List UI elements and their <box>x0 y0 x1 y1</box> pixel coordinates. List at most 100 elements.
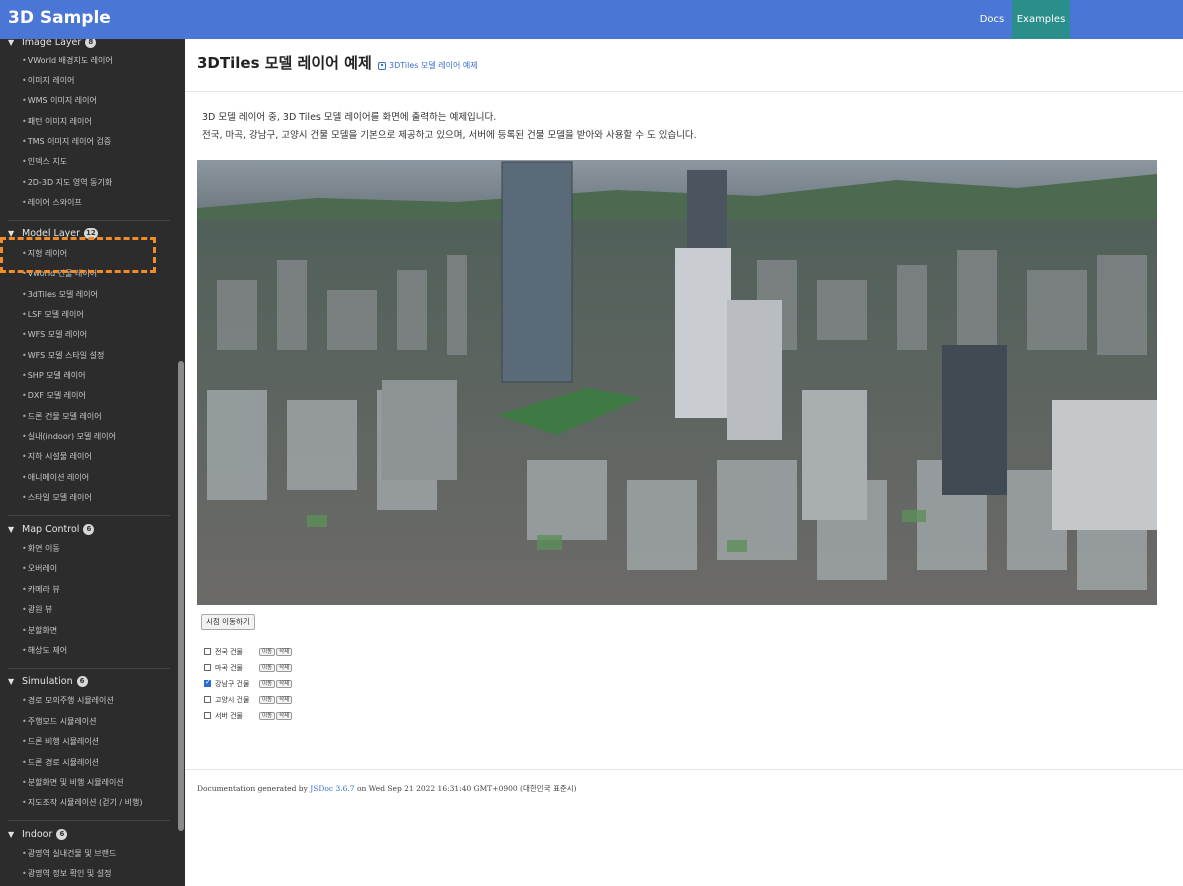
section-title: Indoor <box>22 829 53 840</box>
sidebar-item[interactable]: •분할화면 <box>22 625 57 636</box>
sidebar-item[interactable]: •레이어 스와이프 <box>22 197 82 208</box>
layer-row-jeonguk: 전국 건물 이동 삭제 <box>204 646 293 657</box>
section-map-control[interactable]: ▼ Map Control 6 <box>8 524 95 535</box>
layer-delete-button[interactable]: 삭제 <box>276 695 293 704</box>
layer-move-button[interactable]: 이동 <box>259 711 276 720</box>
chevron-down-icon: ▼ <box>8 39 15 47</box>
sidebar-item[interactable]: •LSF 모델 레이어 <box>22 309 84 320</box>
layer-delete-button[interactable]: 삭제 <box>276 711 293 720</box>
nav-docs[interactable]: Docs <box>972 0 1012 39</box>
page-title: 3DTiles 모델 레이어 예제 <box>197 54 372 72</box>
sidebar-item[interactable]: •드론 건물 모델 레이어 <box>22 411 102 422</box>
divider <box>8 220 170 221</box>
nav-examples[interactable]: Examples <box>1012 0 1070 39</box>
sidebar-item[interactable]: •DXF 모델 레이어 <box>22 390 86 401</box>
sidebar-item[interactable]: •해상도 제어 <box>22 645 67 656</box>
layer-label: 고양시 건물 <box>215 695 250 704</box>
sidebar-item[interactable]: •주행모드 시뮬레이션 <box>22 716 97 727</box>
layer-move-button[interactable]: 이동 <box>259 663 276 672</box>
top-navbar: 3D Sample Docs Examples <box>0 0 1183 39</box>
sidebar-item[interactable]: •실내(indoor) 모델 레이어 <box>22 431 116 442</box>
sidebar-item[interactable]: •카메라 뷰 <box>22 584 60 595</box>
sidebar-item[interactable]: •경로 모의주행 시뮬레이션 <box>22 695 114 706</box>
layer-label: 마곡 건물 <box>215 663 243 672</box>
sidebar-item[interactable]: •오버레이 <box>22 563 57 574</box>
chevron-down-icon: ▼ <box>8 677 15 686</box>
sidebar-item[interactable]: •애니메이션 레이어 <box>22 472 89 483</box>
description-line-2: 전국, 마곡, 강남구, 고양시 건물 모델을 기본으로 제공하고 있으며, 서… <box>202 130 697 141</box>
sidebar-item[interactable]: •드론 경로 시뮬레이션 <box>22 757 99 768</box>
divider <box>8 668 170 669</box>
sidebar-item[interactable]: •광명역 실내건물 및 브랜드 <box>22 848 116 859</box>
sidebar-item[interactable]: •지도조작 시뮬레이션 (걷기 / 비행) <box>22 797 143 808</box>
layer-move-button[interactable]: 이동 <box>259 695 276 704</box>
layer-row-magok: 마곡 건물 이동 삭제 <box>204 662 293 673</box>
sidebar-item[interactable]: •광명역 정보 확인 및 설정 <box>22 868 112 879</box>
layer-row-gangnam: 강남구 건물 이동 삭제 <box>204 678 293 689</box>
brand-title[interactable]: 3D Sample <box>8 8 111 28</box>
divider <box>8 820 170 821</box>
layer-delete-button[interactable]: 삭제 <box>276 679 293 688</box>
move-view-button[interactable]: 시점 이동하기 <box>201 614 255 630</box>
section-title: Map Control <box>22 524 80 535</box>
layer-move-button[interactable]: 이동 <box>259 647 276 656</box>
divider <box>185 91 1183 92</box>
sidebar: ▼ Image Layer 8 •VWorld 배경지도 레이어 •이미지 레이… <box>0 39 185 886</box>
section-title: Image Layer <box>22 39 82 48</box>
sidebar-item[interactable]: •인덱스 지도 <box>22 156 67 167</box>
section-title: Simulation <box>22 676 73 687</box>
layer-row-goyang: 고양시 건물 이동 삭제 <box>204 694 293 705</box>
section-indoor[interactable]: ▼ Indoor 6 <box>8 829 68 840</box>
footer: Documentation generated by JSDoc 3.6.7 o… <box>197 783 577 794</box>
layer-checkbox[interactable] <box>204 648 211 655</box>
layer-delete-button[interactable]: 삭제 <box>276 663 293 672</box>
highlight-annotation <box>0 237 156 273</box>
layer-checkbox[interactable] <box>204 712 211 719</box>
layer-move-button[interactable]: 이동 <box>259 679 276 688</box>
sidebar-item[interactable]: •WMS 이미지 레이어 <box>22 95 97 106</box>
sidebar-item[interactable]: •분할화면 및 비행 시뮬레이션 <box>22 777 124 788</box>
count-badge: 6 <box>56 829 68 840</box>
count-badge: 8 <box>85 39 97 48</box>
sidebar-item[interactable]: •TMS 이미지 레이어 검증 <box>22 136 111 147</box>
sidebar-item[interactable]: •지하 시설물 레이어 <box>22 451 92 462</box>
map-3d-viewer[interactable] <box>197 160 1157 605</box>
sidebar-item[interactable]: •VWorld 배경지도 레이어 <box>22 55 113 66</box>
footer-suffix: on Wed Sep 21 2022 16:31:40 GMT+0900 (대한… <box>356 784 577 793</box>
footer-prefix: Documentation generated by <box>197 784 308 793</box>
source-link[interactable]: 3DTiles 모델 레이어 예제 <box>378 60 478 71</box>
sidebar-item[interactable]: •WFS 모델 스타일 설정 <box>22 350 104 361</box>
sidebar-item[interactable]: •SHP 모델 레이어 <box>22 370 86 381</box>
sidebar-item[interactable]: •드론 비행 시뮬레이션 <box>22 736 99 747</box>
sidebar-scrollbar[interactable] <box>178 361 184 831</box>
sidebar-item[interactable]: •스타일 모델 레이어 <box>22 492 92 503</box>
source-link-label: 3DTiles 모델 레이어 예제 <box>389 61 478 70</box>
source-code-icon <box>378 61 386 70</box>
divider <box>8 515 170 516</box>
chevron-down-icon: ▼ <box>8 525 15 534</box>
sidebar-item[interactable]: •2D-3D 지도 영역 동기화 <box>22 177 112 188</box>
count-badge: 6 <box>83 524 95 535</box>
section-simulation[interactable]: ▼ Simulation 6 <box>8 676 88 687</box>
layer-label: 강남구 건물 <box>215 679 250 688</box>
sidebar-item[interactable]: •광원 뷰 <box>22 604 52 615</box>
layer-row-server: 서버 건물 이동 삭제 <box>204 710 293 721</box>
divider <box>185 769 1183 770</box>
main-content: 3DTiles 모델 레이어 예제 3DTiles 모델 레이어 예제 3D 모… <box>185 39 1183 886</box>
sidebar-item[interactable]: •화면 이동 <box>22 543 60 554</box>
description-line-1: 3D 모델 레이어 중, 3D Tiles 모델 레이어를 화면에 출력하는 예… <box>202 112 497 123</box>
layer-label: 서버 건물 <box>215 711 243 720</box>
layer-delete-button[interactable]: 삭제 <box>276 647 293 656</box>
chevron-down-icon: ▼ <box>8 830 15 839</box>
sidebar-item[interactable]: •WFS 모델 레이어 <box>22 329 87 340</box>
sidebar-item[interactable]: •이미지 레이어 <box>22 75 74 86</box>
layer-checkbox[interactable] <box>204 664 211 671</box>
layer-label: 전국 건물 <box>215 647 243 656</box>
sidebar-item[interactable]: •3dTiles 모델 레이어 <box>22 289 98 300</box>
layer-checkbox[interactable] <box>204 678 211 687</box>
sidebar-item[interactable]: •패턴 이미지 레이어 <box>22 116 92 127</box>
count-badge: 6 <box>76 676 88 687</box>
jsdoc-link[interactable]: JSDoc 3.6.7 <box>310 784 354 793</box>
section-image-layer[interactable]: ▼ Image Layer 8 <box>8 39 97 48</box>
layer-checkbox[interactable] <box>204 696 211 703</box>
